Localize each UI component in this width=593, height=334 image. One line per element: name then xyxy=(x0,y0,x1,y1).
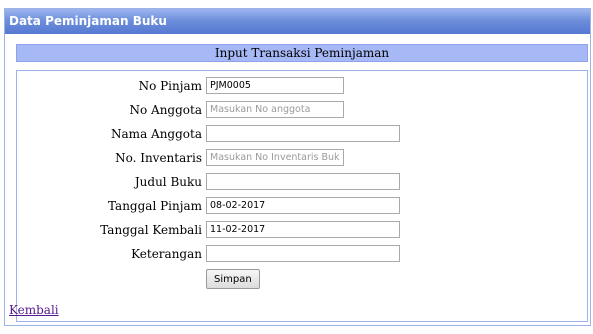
panel-title: Data Peminjaman Buku xyxy=(5,9,590,34)
no-inventaris-input[interactable] xyxy=(206,149,344,166)
field-row-nama-anggota: Nama Anggota xyxy=(17,125,587,143)
kembali-link[interactable]: Kembali xyxy=(9,303,59,317)
field-row-no-pinjam: No Pinjam xyxy=(17,77,587,95)
field-row-tanggal-kembali: Tanggal Kembali xyxy=(17,221,587,239)
tanggal-pinjam-input[interactable] xyxy=(206,197,400,214)
peminjaman-form: No Pinjam No Anggota Nama Anggota No. In… xyxy=(16,70,588,322)
field-row-keterangan: Keterangan xyxy=(17,245,587,263)
tanggal-pinjam-label: Tanggal Pinjam xyxy=(107,199,202,213)
no-pinjam-input[interactable] xyxy=(206,77,344,94)
no-inventaris-label: No. Inventaris xyxy=(115,151,202,165)
simpan-button[interactable]: Simpan xyxy=(206,269,260,289)
tanggal-kembali-label: Tanggal Kembali xyxy=(100,223,202,237)
no-anggota-input[interactable] xyxy=(206,101,344,118)
field-row-tanggal-pinjam: Tanggal Pinjam xyxy=(17,197,587,215)
judul-buku-label: Judul Buku xyxy=(134,175,202,189)
field-row-no-anggota: No Anggota xyxy=(17,101,587,119)
data-peminjaman-panel: Data Peminjaman Buku Input Transaksi Pem… xyxy=(4,8,591,326)
keterangan-input[interactable] xyxy=(206,245,400,262)
no-anggota-label: No Anggota xyxy=(129,103,203,117)
tanggal-kembali-input[interactable] xyxy=(206,221,400,238)
keterangan-label: Keterangan xyxy=(131,247,202,261)
field-row-judul-buku: Judul Buku xyxy=(17,173,587,191)
judul-buku-input[interactable] xyxy=(206,173,400,190)
nama-anggota-label: Nama Anggota xyxy=(111,127,202,141)
form-section-title: Input Transaksi Peminjaman xyxy=(16,44,588,62)
nama-anggota-input[interactable] xyxy=(206,125,400,142)
no-pinjam-label: No Pinjam xyxy=(138,79,202,93)
field-row-no-inventaris: No. Inventaris xyxy=(17,149,587,167)
